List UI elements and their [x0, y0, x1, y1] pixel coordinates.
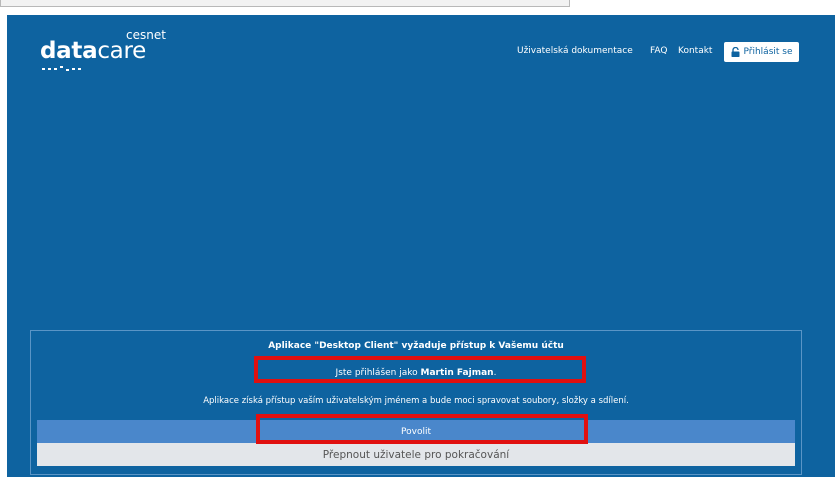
logged-in-info: Jste přihlášen jako Martin Fajman. [335, 368, 497, 378]
datacare-logo[interactable]: cesnet datacare [40, 28, 166, 71]
dots-icon [42, 66, 81, 71]
nav-link-documentation[interactable]: Uživatelská dokumentace [517, 46, 633, 56]
user-name: Martin Fajman [420, 368, 494, 378]
consent-panel: Aplikace "Desktop Client" vyžaduje příst… [30, 330, 802, 475]
logo-main-text: datacare [40, 38, 146, 64]
nav-link-contact[interactable]: Kontakt [678, 46, 712, 56]
page-background: cesnet datacare Uživatelská dokumentace … [7, 15, 835, 477]
switch-user-button[interactable]: Přepnout uživatele pro pokračování [37, 443, 795, 466]
lock-icon [731, 47, 739, 57]
login-button[interactable]: Přihlásit se [724, 42, 799, 62]
browser-url-bar[interactable] [0, 0, 570, 7]
nav-link-faq[interactable]: FAQ [650, 46, 667, 56]
consent-description: Aplikace získá přístup vaším uživatelský… [203, 396, 629, 406]
consent-title: Aplikace "Desktop Client" vyžaduje příst… [268, 341, 564, 351]
allow-button[interactable]: Povolit [37, 420, 795, 443]
login-button-label: Přihlásit se [743, 47, 793, 57]
